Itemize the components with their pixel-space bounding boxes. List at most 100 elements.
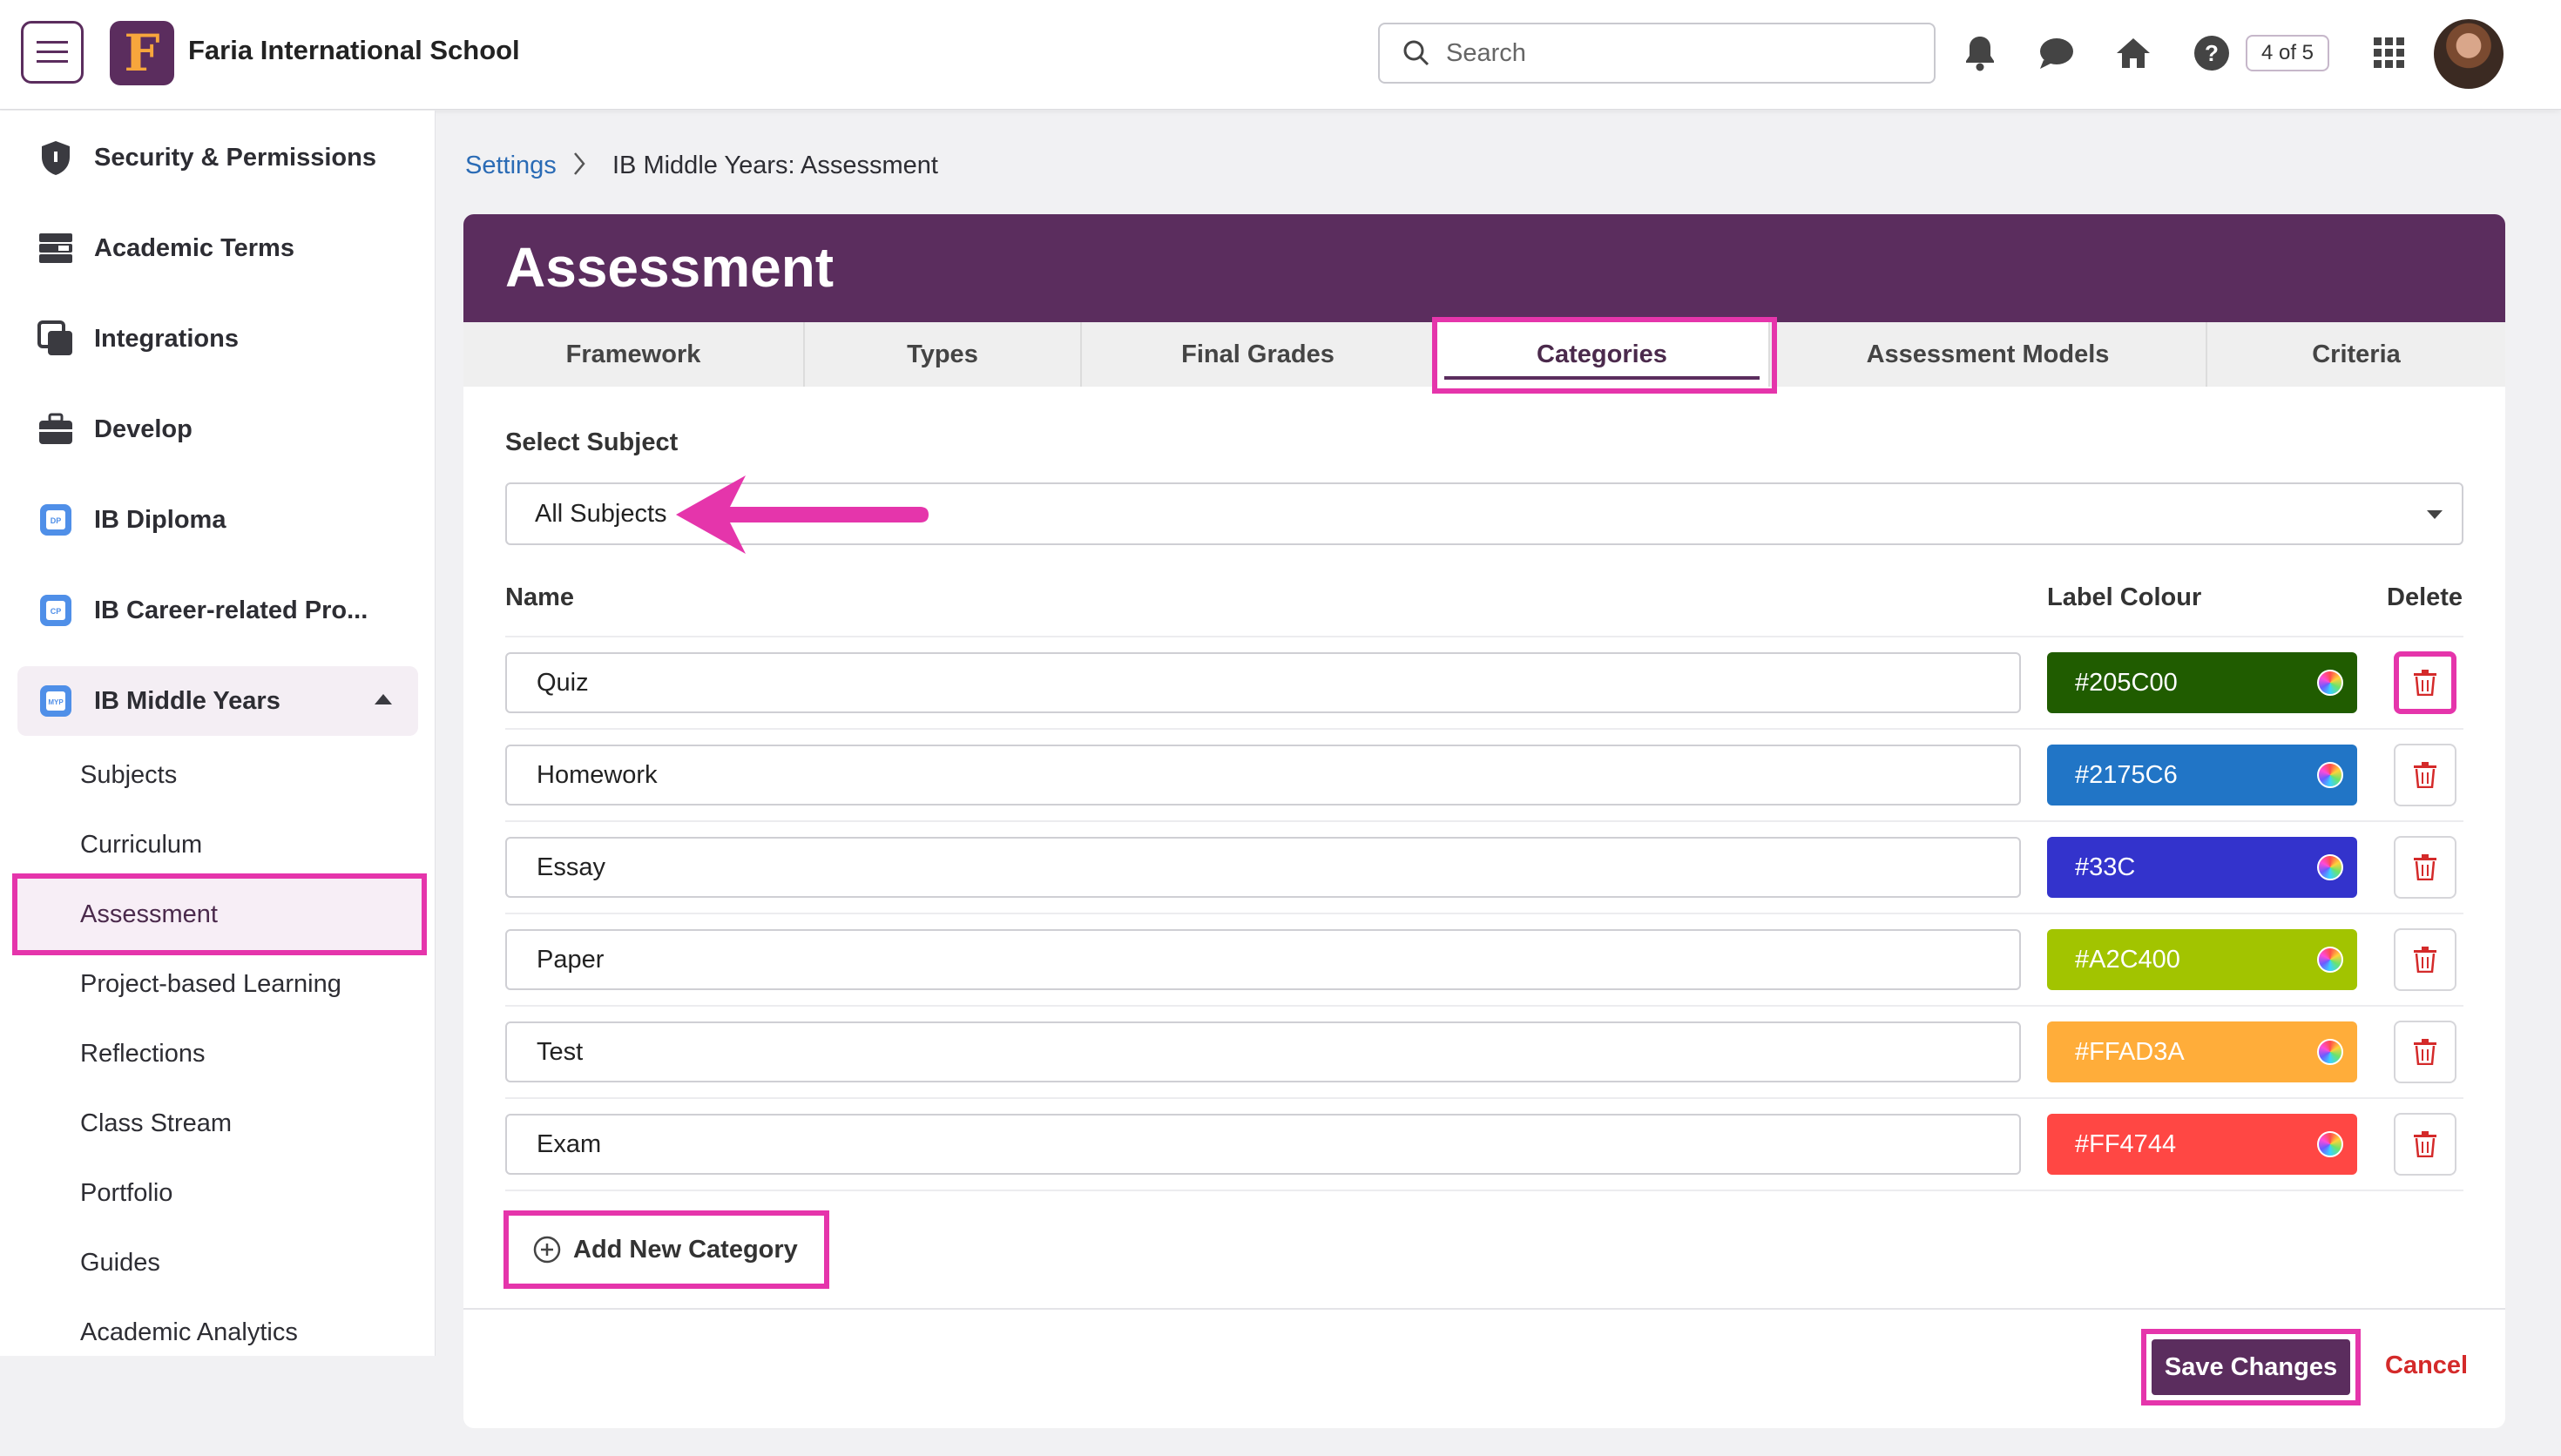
trash-icon [2414,1039,2436,1065]
caret-up-icon [375,694,392,704]
school-logo[interactable]: F [110,21,174,85]
colour-wheel-icon[interactable] [2317,670,2343,696]
dropdown-arrow-icon [2427,510,2443,519]
colour-wheel-icon[interactable] [2317,947,2343,973]
category-name-input[interactable]: Essay [505,837,2021,898]
calendar-stack-icon [37,229,75,267]
sub-item-reflections[interactable]: Reflections [17,1022,423,1085]
sidebar-item-label: IB Middle Years [94,686,280,715]
sidebar-item-label: IB Career-related Pro... [94,596,368,624]
breadcrumb-settings-link[interactable]: Settings [465,152,557,180]
colour-wheel-icon[interactable] [2317,762,2343,788]
apps-grid-icon[interactable] [2369,33,2409,73]
sub-item-guides[interactable]: Guides [17,1231,423,1294]
column-header-name: Name [505,583,574,611]
sub-item-academic-analytics[interactable]: Academic Analytics [17,1301,423,1364]
label-colour-picker[interactable]: #FF4744 [2047,1114,2357,1175]
category-name-input[interactable]: Exam [505,1114,2021,1175]
integrations-icon [37,320,75,358]
myp-programme-icon: MYP [37,682,75,720]
trash-icon [2414,762,2436,788]
assessment-card: Assessment Framework Types Final Grades … [463,214,2505,1428]
colour-wheel-icon[interactable] [2317,854,2343,880]
delete-category-button[interactable] [2394,1113,2456,1176]
svg-text:MYP: MYP [48,698,64,706]
delete-category-button[interactable] [2394,744,2456,806]
school-name: Faria International School [188,35,520,65]
tab-types[interactable]: Types [805,322,1082,387]
label-colour-picker[interactable]: #205C00 [2047,652,2357,713]
category-name-input[interactable]: Paper [505,929,2021,990]
sub-item-class-stream[interactable]: Class Stream [17,1092,423,1155]
row-divider [505,913,2463,914]
user-avatar[interactable] [2434,19,2504,89]
tab-final-grades[interactable]: Final Grades [1082,322,1436,387]
label-colour-value: #33C [2075,853,2136,881]
search-placeholder: Search [1446,38,1526,67]
sidebar-item-academic-terms[interactable]: Academic Terms [17,213,418,283]
save-highlight-box: Save Changes [2141,1329,2361,1405]
sidebar-item-ib-diploma[interactable]: DP IB Diploma [17,485,418,555]
colour-wheel-icon[interactable] [2317,1131,2343,1157]
plus-circle-icon [533,1236,561,1264]
sidebar-item-integrations[interactable]: Integrations [17,304,418,374]
label-colour-picker[interactable]: #FFAD3A [2047,1021,2357,1082]
label-colour-picker[interactable]: #A2C400 [2047,929,2357,990]
sidebar-item-develop[interactable]: Develop [17,394,418,464]
select-subject-label: Select Subject [505,428,679,456]
sidebar-item-label: Integrations [94,324,239,353]
sidebar-item-security[interactable]: Security & Permissions [17,123,418,192]
row-divider [505,636,2463,637]
messages-icon[interactable] [2037,33,2077,73]
sub-item-assessment[interactable]: Assessment [12,873,427,955]
sidebar-item-label: Security & Permissions [94,143,376,172]
sidebar-item-label: Develop [94,415,193,443]
save-changes-button[interactable]: Save Changes [2152,1339,2350,1395]
delete-category-button[interactable] [2394,651,2456,714]
tab-assessment-models[interactable]: Assessment Models [1770,322,2207,387]
category-name-input[interactable]: Quiz [505,652,2021,713]
page-title: Assessment [505,236,835,299]
delete-category-button[interactable] [2394,928,2456,991]
footer-divider [463,1308,2505,1310]
column-header-delete: Delete [2387,583,2463,611]
sidebar-item-ib-career[interactable]: CP IB Career-related Pro... [17,576,418,645]
category-name-input[interactable]: Homework [505,745,2021,806]
home-icon[interactable] [2113,33,2153,73]
sub-item-curriculum[interactable]: Curriculum [17,813,423,876]
add-new-category-label: Add New Category [573,1235,798,1264]
row-divider [505,820,2463,822]
menu-button[interactable] [21,21,84,84]
label-colour-value: #FFAD3A [2075,1037,2185,1066]
sub-item-project-based-learning[interactable]: Project-based Learning [17,953,423,1015]
label-colour-value: #205C00 [2075,668,2178,697]
page-counter-badge[interactable]: 4 of 5 [2246,35,2329,71]
search-input[interactable]: Search [1378,23,1936,84]
label-colour-picker[interactable]: #2175C6 [2047,745,2357,806]
sub-item-portfolio[interactable]: Portfolio [17,1162,423,1224]
delete-category-button[interactable] [2394,1021,2456,1083]
label-colour-value: #2175C6 [2075,760,2178,789]
sidebar-item-label: IB Diploma [94,505,226,534]
tab-framework[interactable]: Framework [463,322,805,387]
sub-item-subjects[interactable]: Subjects [17,744,423,806]
column-header-label-colour: Label Colour [2047,583,2202,611]
sidebar-item-ib-middle-years[interactable]: MYP IB Middle Years [17,666,418,736]
label-colour-value: #A2C400 [2075,945,2180,974]
hamburger-icon [37,41,68,63]
notifications-icon[interactable] [1960,33,2000,73]
add-new-category-button[interactable]: Add New Category [503,1210,829,1289]
label-colour-picker[interactable]: #33C [2047,837,2357,898]
tab-categories[interactable]: Categories [1436,322,1770,387]
colour-wheel-icon[interactable] [2317,1039,2343,1065]
delete-category-button[interactable] [2394,836,2456,899]
dp-programme-icon: DP [37,501,75,539]
briefcase-icon [37,410,75,448]
tab-criteria[interactable]: Criteria [2207,322,2505,387]
tab-bar: Framework Types Final Grades Categories … [463,322,2505,387]
cancel-button[interactable]: Cancel [2385,1352,2468,1380]
settings-sidebar: Security & Permissions Academic Terms In… [0,111,436,1356]
trash-icon [2414,854,2436,880]
help-icon[interactable]: ? [2192,33,2232,73]
category-name-input[interactable]: Test [505,1021,2021,1082]
